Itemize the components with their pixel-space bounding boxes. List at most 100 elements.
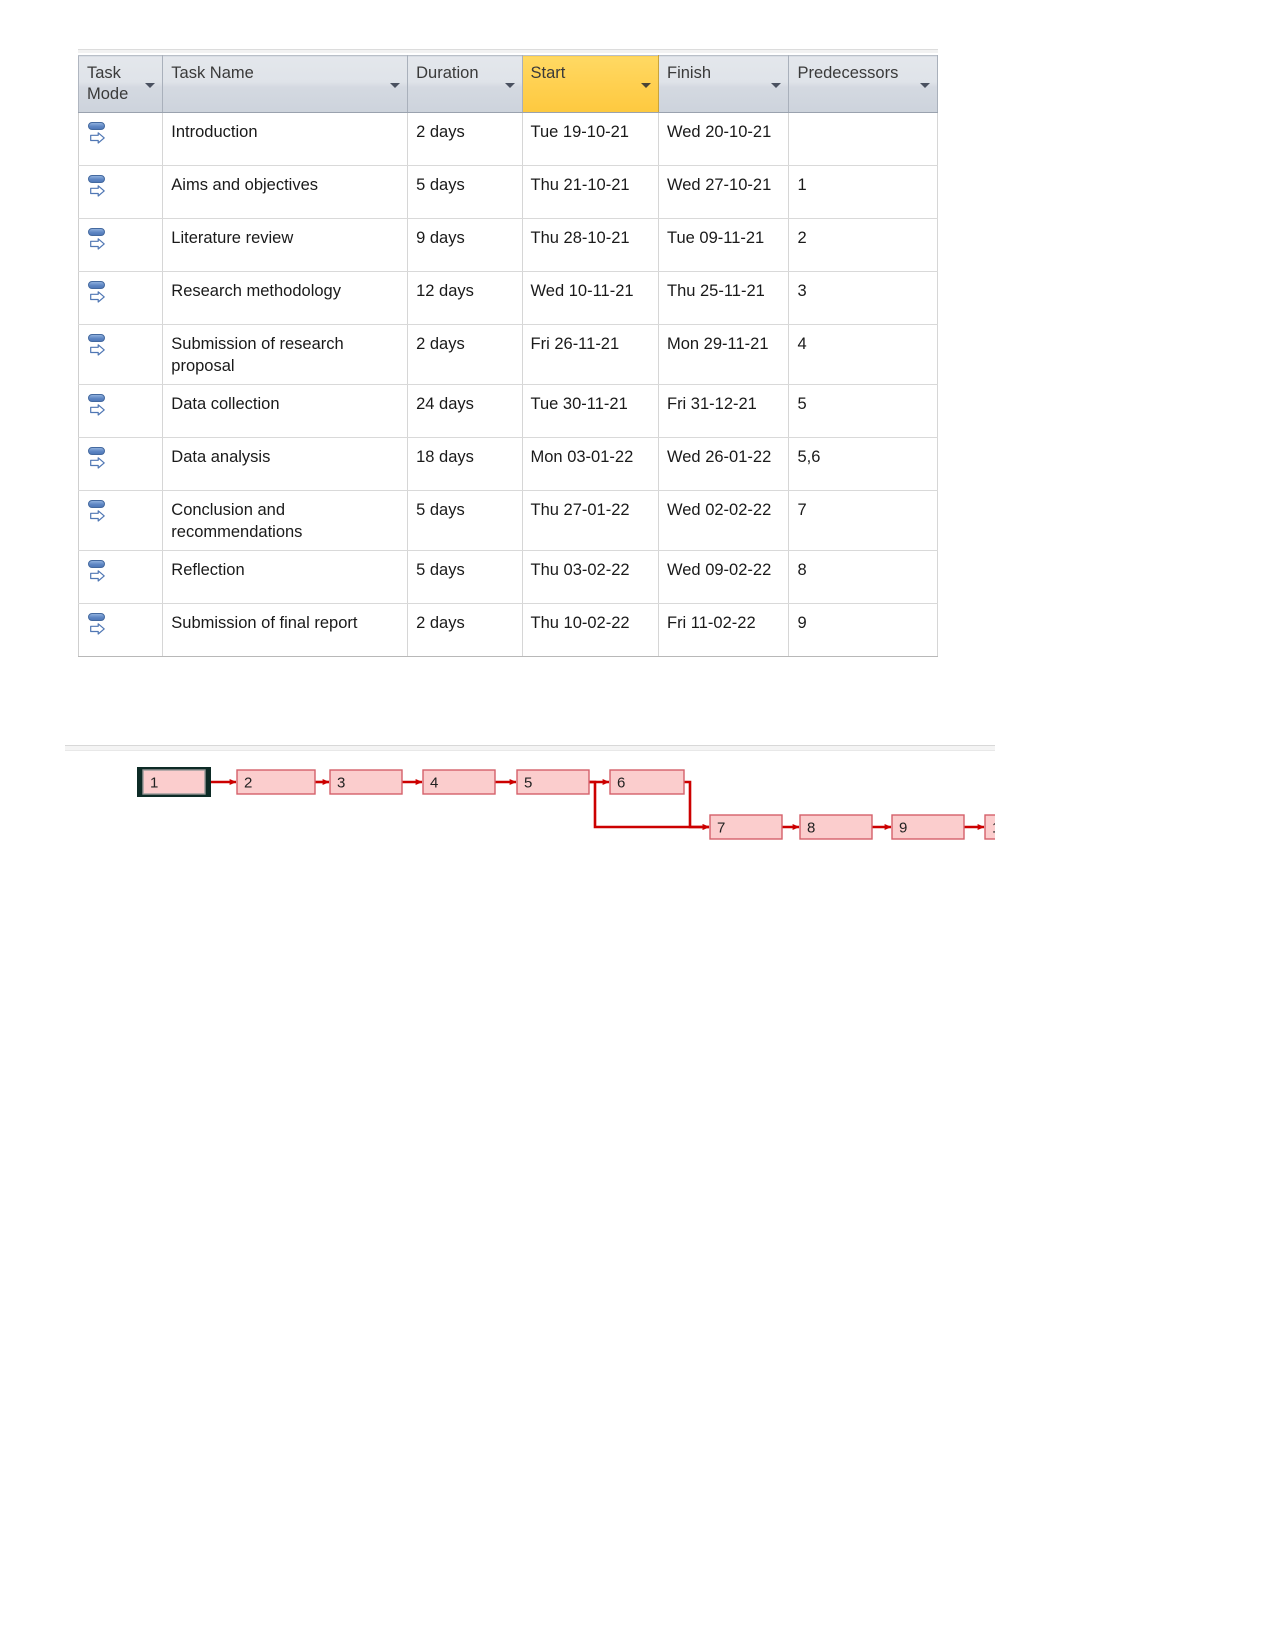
cell-start[interactable]: Tue 19-10-21 bbox=[522, 112, 659, 166]
cell-task-mode[interactable] bbox=[77, 112, 164, 166]
cell-duration[interactable]: 5 days bbox=[407, 550, 523, 604]
column-header-start[interactable]: Start bbox=[522, 55, 659, 113]
cell-predecessors[interactable]: 5,6 bbox=[788, 437, 938, 491]
cell-task-mode[interactable] bbox=[77, 603, 164, 657]
cell-duration[interactable]: 9 days bbox=[407, 218, 523, 272]
cell-finish[interactable]: Wed 20-10-21 bbox=[658, 112, 790, 166]
cell-task-mode[interactable] bbox=[77, 324, 164, 385]
cell-finish[interactable]: Fri 11-02-22 bbox=[658, 603, 790, 657]
column-header-finish[interactable]: Finish bbox=[658, 55, 790, 113]
cell-finish[interactable]: Wed 09-02-22 bbox=[658, 550, 790, 604]
filter-dropdown-icon-task-name[interactable] bbox=[390, 83, 401, 88]
network-node[interactable]: 2 bbox=[236, 769, 316, 795]
cell-start[interactable]: Thu 10-02-22 bbox=[522, 603, 659, 657]
network-node[interactable]: 7 bbox=[709, 814, 783, 840]
cell-predecessors[interactable] bbox=[788, 112, 938, 166]
cell-predecessors[interactable]: 9 bbox=[788, 603, 938, 657]
cell-task-mode[interactable] bbox=[77, 218, 164, 272]
filter-dropdown-icon-task-mode[interactable] bbox=[145, 83, 156, 88]
table-row[interactable]: Introduction 2 days Tue 19-10-21 Wed 20-10-… bbox=[77, 112, 938, 166]
column-header-task-name[interactable]: Task Name bbox=[162, 55, 409, 113]
cell-task-name[interactable]: Reflection bbox=[162, 550, 409, 604]
table-row[interactable]: Data collection 24 days Tue 30-11-21 Fri 31… bbox=[77, 384, 938, 438]
cell-finish[interactable]: Mon 29-11-21 bbox=[658, 324, 790, 385]
cell-task-name[interactable]: Data analysis bbox=[162, 437, 409, 491]
cell-duration[interactable]: 2 days bbox=[407, 603, 523, 657]
cell-predecessors[interactable]: 5 bbox=[788, 384, 938, 438]
table-row[interactable]: Data analysis 18 days Mon 03-01-22 Wed 26-0… bbox=[77, 437, 938, 491]
cell-duration[interactable]: 18 days bbox=[407, 437, 523, 491]
cell-predecessors[interactable]: 1 bbox=[788, 165, 938, 219]
column-header-task-mode[interactable]: Task Mode bbox=[77, 55, 164, 113]
cell-start[interactable]: Thu 21-10-21 bbox=[522, 165, 659, 219]
auto-scheduled-icon-bar bbox=[88, 121, 105, 130]
column-header-duration-label: Duration bbox=[416, 64, 479, 82]
auto-scheduled-icon bbox=[87, 121, 109, 145]
cell-task-name[interactable]: Submission of research proposal bbox=[162, 324, 409, 385]
network-node[interactable]: 6 bbox=[609, 769, 685, 795]
network-node[interactable]: 4 bbox=[422, 769, 496, 795]
table-row[interactable]: Submission of research proposal 2 days Fri… bbox=[77, 324, 938, 385]
cell-start[interactable]: Thu 28-10-21 bbox=[522, 218, 659, 272]
cell-start[interactable]: Thu 27-01-22 bbox=[522, 490, 659, 551]
table-row[interactable]: Aims and objectives 5 days Thu 21-10-21 Wed… bbox=[77, 165, 938, 219]
cell-predecessors[interactable]: 7 bbox=[788, 490, 938, 551]
column-header-predecessors[interactable]: Predecessors bbox=[788, 55, 938, 113]
cell-duration[interactable]: 2 days bbox=[407, 324, 523, 385]
network-node[interactable]: 1 bbox=[137, 767, 211, 797]
network-node[interactable]: 5 bbox=[516, 769, 590, 795]
auto-scheduled-icon bbox=[87, 280, 109, 304]
table-row[interactable]: Conclusion and recommendations 5 days Thu … bbox=[77, 490, 938, 551]
cell-finish[interactable]: Fri 31-12-21 bbox=[658, 384, 790, 438]
cell-task-name[interactable]: Aims and objectives bbox=[162, 165, 409, 219]
cell-finish[interactable]: Wed 02-02-22 bbox=[658, 490, 790, 551]
cell-duration[interactable]: 5 days bbox=[407, 165, 523, 219]
cell-predecessors[interactable]: 4 bbox=[788, 324, 938, 385]
cell-task-mode[interactable] bbox=[77, 165, 164, 219]
cell-start[interactable]: Wed 10-11-21 bbox=[522, 271, 659, 325]
filter-dropdown-icon-duration[interactable] bbox=[504, 83, 515, 88]
cell-task-name[interactable]: Conclusion and recommendations bbox=[162, 490, 409, 551]
filter-dropdown-icon-start[interactable] bbox=[640, 83, 651, 88]
table-row[interactable]: Submission of final report 2 days Thu 10-0… bbox=[77, 603, 938, 657]
filter-dropdown-icon-predecessors[interactable] bbox=[920, 83, 930, 88]
table-row[interactable]: Research methodology 12 days Wed 10-11-21 T… bbox=[77, 271, 938, 325]
cell-duration[interactable]: 12 days bbox=[407, 271, 523, 325]
cell-duration[interactable]: 5 days bbox=[407, 490, 523, 551]
network-node[interactable]: 10 bbox=[984, 814, 995, 840]
network-node[interactable]: 3 bbox=[329, 769, 403, 795]
cell-task-name[interactable]: Literature review bbox=[162, 218, 409, 272]
auto-scheduled-icon-bar bbox=[88, 393, 105, 402]
cell-finish[interactable]: Wed 26-01-22 bbox=[658, 437, 790, 491]
auto-scheduled-icon-bar bbox=[88, 227, 105, 236]
cell-task-mode[interactable] bbox=[77, 271, 164, 325]
cell-start[interactable]: Fri 26-11-21 bbox=[522, 324, 659, 385]
filter-dropdown-icon-finish[interactable] bbox=[771, 83, 782, 88]
cell-task-mode[interactable] bbox=[77, 550, 164, 604]
cell-task-name[interactable]: Introduction bbox=[162, 112, 409, 166]
auto-scheduled-icon-arrow bbox=[90, 344, 105, 356]
cell-start[interactable]: Tue 30-11-21 bbox=[522, 384, 659, 438]
cell-task-mode[interactable] bbox=[77, 490, 164, 551]
cell-task-name[interactable]: Research methodology bbox=[162, 271, 409, 325]
cell-task-name[interactable]: Data collection bbox=[162, 384, 409, 438]
auto-scheduled-icon-arrow bbox=[90, 569, 105, 582]
cell-finish[interactable]: Thu 25-11-21 bbox=[658, 271, 790, 325]
cell-task-mode[interactable] bbox=[77, 437, 164, 491]
cell-task-mode[interactable] bbox=[77, 384, 164, 438]
network-node[interactable]: 8 bbox=[799, 814, 873, 840]
cell-predecessors[interactable]: 8 bbox=[788, 550, 938, 604]
table-row[interactable]: Literature review 9 days Thu 28-10-21 Tue 0… bbox=[77, 218, 938, 272]
table-row[interactable]: Reflection 5 days Thu 03-02-22 Wed 09-02-22… bbox=[77, 550, 938, 604]
cell-finish[interactable]: Tue 09-11-21 bbox=[658, 218, 790, 272]
cell-predecessors[interactable]: 2 bbox=[788, 218, 938, 272]
network-node[interactable]: 9 bbox=[891, 814, 965, 840]
column-header-duration[interactable]: Duration bbox=[407, 55, 523, 113]
cell-task-name[interactable]: Submission of final report bbox=[162, 603, 409, 657]
cell-finish[interactable]: Wed 27-10-21 bbox=[658, 165, 790, 219]
cell-duration[interactable]: 2 days bbox=[407, 112, 523, 166]
cell-start[interactable]: Mon 03-01-22 bbox=[522, 437, 659, 491]
cell-duration[interactable]: 24 days bbox=[407, 384, 523, 438]
cell-start[interactable]: Thu 03-02-22 bbox=[522, 550, 659, 604]
cell-predecessors[interactable]: 3 bbox=[788, 271, 938, 325]
